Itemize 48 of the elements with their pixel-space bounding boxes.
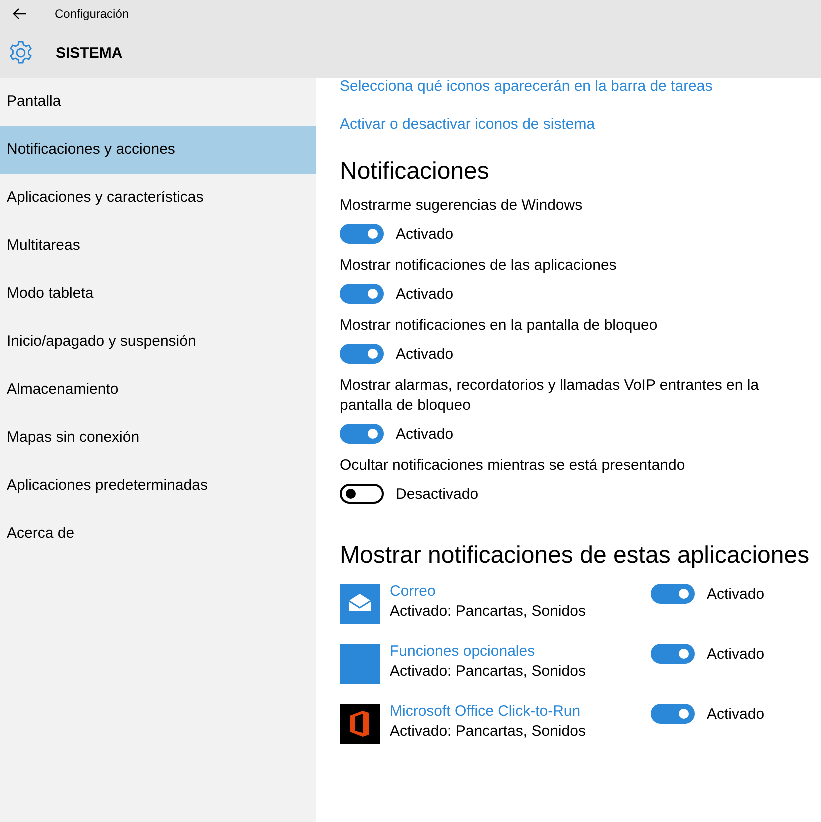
- toggle-switch[interactable]: [340, 484, 384, 504]
- app-detail: Activado: Pancartas, Sonidos: [390, 722, 587, 742]
- setting-label: Mostrar alarmas, recordatorios y llamadas VoIP entrantes en la pantalla de bloqueo: [340, 376, 760, 416]
- sidebar-item[interactable]: Acerca de: [0, 510, 316, 558]
- setting-label: Mostrar notificaciones en la pantalla de bloqueo: [340, 316, 659, 336]
- sidebar-item[interactable]: Mapas sin conexión: [0, 414, 316, 462]
- sidebar-item[interactable]: Inicio/apagado y suspensión: [0, 318, 316, 366]
- toggle-state: Desactivado: [396, 486, 479, 502]
- setting-label: Ocultar notificaciones mientras se está presentando: [340, 456, 686, 476]
- back-arrow-icon[interactable]: [13, 8, 27, 20]
- toggle-switch[interactable]: [340, 344, 384, 364]
- sidebar-item[interactable]: Aplicaciones predeterminadas: [0, 462, 316, 510]
- section-title: SISTEMA: [56, 44, 123, 62]
- toggle-switch[interactable]: [651, 644, 695, 664]
- toggle-state: Activado: [396, 286, 454, 302]
- sidebar-item[interactable]: Aplicaciones y características: [0, 174, 316, 222]
- toggle-state: Activado: [396, 226, 454, 242]
- toggle-state: Activado: [396, 346, 454, 362]
- setting-label: Mostrar notificaciones de las aplicaciones: [340, 256, 618, 276]
- app-name-link[interactable]: Funciones opcionales: [390, 642, 640, 662]
- toggle-switch[interactable]: [651, 704, 695, 724]
- sidebar-item[interactable]: Pantalla: [0, 78, 316, 126]
- section-heading: Mostrar notificaciones de estas aplicaciones: [340, 542, 811, 570]
- toggle-switch[interactable]: [651, 584, 695, 604]
- sidebar-item[interactable]: Modo tableta: [0, 270, 316, 318]
- settings-link[interactable]: Activar o desactivar iconos de sistema: [340, 116, 821, 134]
- toggle-switch[interactable]: [340, 424, 384, 444]
- toggle-state: Activado: [396, 426, 454, 442]
- toggle-switch[interactable]: [340, 224, 384, 244]
- office-logo-icon: [340, 704, 380, 744]
- settings-link[interactable]: Selecciona qué iconos aparecerán en la barra de tareas: [340, 78, 821, 96]
- sidebar-item[interactable]: Multitareas: [0, 222, 316, 270]
- setting-label: Mostrarme sugerencias de Windows: [340, 196, 584, 216]
- sidebar-item[interactable]: Notificaciones y acciones: [0, 126, 316, 174]
- sidebar-item[interactable]: Almacenamiento: [0, 366, 316, 414]
- app-name-link[interactable]: Correo: [390, 582, 640, 602]
- gear-icon: [8, 40, 34, 66]
- section-heading: Notificaciones: [340, 158, 490, 186]
- envelope-icon: [340, 584, 380, 624]
- app-name-link[interactable]: Microsoft Office Click-to-Run: [390, 702, 640, 722]
- app-detail: Activado: Pancartas, Sonidos: [390, 602, 587, 622]
- toggle-state: Activado: [707, 706, 765, 722]
- app-tile-icon: [340, 644, 380, 684]
- toggle-state: Activado: [707, 646, 765, 662]
- toggle-state: Activado: [707, 586, 765, 602]
- toggle-switch[interactable]: [340, 284, 384, 304]
- window-title: Configuración: [55, 7, 130, 21]
- app-detail: Activado: Pancartas, Sonidos: [390, 662, 587, 682]
